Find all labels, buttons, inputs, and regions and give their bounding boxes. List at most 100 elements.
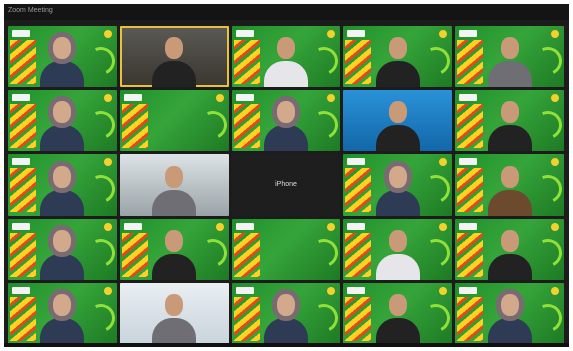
- event-logo: [459, 158, 478, 166]
- institution-logo: [327, 30, 336, 38]
- background-stripes: [233, 296, 260, 341]
- background-stripes: [10, 104, 36, 149]
- background-swoosh: [530, 235, 564, 272]
- background-swoosh: [194, 235, 229, 272]
- participant-head: [165, 229, 184, 252]
- participant-body: [487, 61, 532, 88]
- background-stripes: [233, 40, 260, 84]
- background-swoosh: [82, 299, 117, 336]
- institution-logo: [103, 286, 112, 295]
- background-swoosh: [306, 299, 341, 336]
- participant-video-feed: [263, 292, 308, 344]
- institution-logo: [551, 158, 559, 167]
- participant-body: [152, 189, 197, 216]
- institution-logo: [439, 222, 448, 231]
- participant-video-tile[interactable]: [455, 26, 564, 88]
- background-stripes: [457, 296, 484, 341]
- meeting-controls-bar[interactable]: [4, 343, 569, 347]
- participant-body: [375, 189, 420, 216]
- participant-head: [53, 294, 72, 316]
- background-swoosh: [418, 171, 453, 208]
- participant-video-tile[interactable]: [231, 218, 341, 280]
- event-logo: [12, 222, 30, 230]
- participant-video-tile[interactable]: [455, 90, 564, 152]
- background-swoosh: [306, 235, 341, 272]
- participant-video-tile[interactable]: [343, 282, 453, 344]
- participant-video-tile[interactable]: [119, 90, 229, 152]
- background-swoosh: [82, 171, 117, 208]
- participant-video-tile[interactable]: [119, 154, 229, 216]
- participant-video-feed: [375, 164, 420, 216]
- participant-video-tile[interactable]: [8, 26, 117, 88]
- participant-video-tile[interactable]: [119, 282, 229, 344]
- zoom-meeting-window: Zoom Meeting iPhone: [4, 4, 569, 347]
- institution-logo: [327, 286, 336, 295]
- participant-head: [388, 165, 407, 188]
- participant-head: [388, 101, 407, 124]
- participant-head: [388, 37, 407, 60]
- event-logo: [459, 30, 478, 37]
- participant-video-feed: [487, 99, 532, 152]
- participant-body: [487, 253, 532, 280]
- window-title-bar[interactable]: Zoom Meeting: [4, 4, 569, 20]
- participant-body: [40, 125, 85, 152]
- participant-video-tile[interactable]: [343, 154, 453, 216]
- background-swoosh: [82, 42, 117, 79]
- participant-video-feed: [487, 228, 532, 280]
- participant-video-tile[interactable]: iPhone: [231, 154, 341, 216]
- participant-video-feed: [375, 99, 420, 152]
- event-logo: [459, 286, 478, 294]
- participant-video-tile[interactable]: [343, 90, 453, 152]
- background-swoosh: [530, 171, 564, 208]
- participant-video-tile[interactable]: [455, 154, 564, 216]
- participant-head: [500, 294, 519, 316]
- background-stripes: [10, 168, 36, 213]
- participant-video-feed: [487, 292, 532, 344]
- participant-video-tile[interactable]: [343, 26, 453, 88]
- participant-head: [53, 229, 72, 252]
- event-logo: [12, 286, 30, 294]
- institution-logo: [103, 222, 112, 231]
- background-stripes: [345, 296, 372, 341]
- event-logo: [459, 94, 478, 102]
- participant-video-tile[interactable]: [8, 154, 117, 216]
- event-logo: [347, 158, 366, 166]
- background-stripes: [10, 40, 36, 84]
- institution-logo: [327, 94, 336, 103]
- institution-logo: [215, 94, 224, 103]
- background-stripes: [457, 168, 484, 213]
- participant-video-tile[interactable]: [119, 26, 229, 88]
- institution-logo: [103, 158, 112, 167]
- participant-video-tile[interactable]: [8, 90, 117, 152]
- participant-video-tile[interactable]: [455, 218, 564, 280]
- participant-video-tile[interactable]: [8, 282, 117, 344]
- participant-head: [388, 229, 407, 252]
- participant-name-center: iPhone: [275, 181, 297, 189]
- participant-video-tile[interactable]: [8, 218, 117, 280]
- participant-video-tile[interactable]: [231, 90, 341, 152]
- background-swoosh: [530, 299, 564, 336]
- background-stripes: [457, 232, 484, 277]
- background-swoosh: [306, 42, 341, 79]
- participant-body: [263, 318, 308, 344]
- background-swoosh: [530, 42, 564, 79]
- participant-body: [375, 61, 420, 88]
- participant-video-tile[interactable]: [231, 282, 341, 344]
- participant-body: [263, 125, 308, 152]
- event-logo: [459, 222, 478, 230]
- participant-video-tile[interactable]: [119, 218, 229, 280]
- participant-video-tile[interactable]: [455, 282, 564, 344]
- gallery-view-grid: iPhone: [8, 26, 564, 344]
- background-stripes: [345, 168, 372, 213]
- event-logo: [12, 30, 30, 37]
- participant-video-feed: [40, 99, 85, 152]
- participant-video-tile[interactable]: [343, 218, 453, 280]
- window-title: Zoom Meeting: [8, 7, 53, 14]
- participant-body: [152, 318, 197, 344]
- participant-video-feed: [375, 228, 420, 280]
- background-stripes: [233, 104, 260, 149]
- background-swoosh: [306, 107, 341, 143]
- participant-video-feed: [375, 292, 420, 344]
- participant-video-tile[interactable]: [231, 26, 341, 88]
- participant-body: [375, 125, 420, 152]
